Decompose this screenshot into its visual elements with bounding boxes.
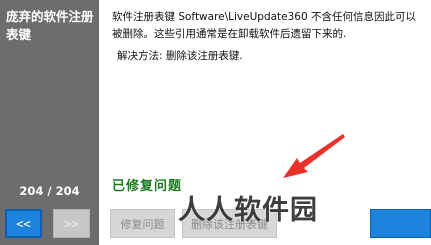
- primary-button[interactable]: [370, 209, 431, 238]
- issue-counter: 204 / 204: [19, 184, 80, 198]
- previous-button[interactable]: <<: [5, 209, 42, 238]
- next-button[interactable]: >>: [53, 209, 90, 238]
- fix-issue-button[interactable]: 修复问题: [110, 209, 175, 238]
- solution-text: 解决方法: 删除该注册表键.: [117, 50, 243, 62]
- status-fixed-label: 已修复问题: [112, 179, 183, 194]
- red-arrow-icon: [283, 134, 345, 178]
- issue-title: 庞弃的软件注册表键: [6, 9, 94, 42]
- watermark-text: 人人软件园: [178, 195, 318, 226]
- issue-description: 软件注册表键 Software\LiveUpdate360 不含任何信息因此可以…: [112, 11, 417, 40]
- sidebar: 庞弃的软件注册表键 204 / 204 << >>: [0, 0, 99, 245]
